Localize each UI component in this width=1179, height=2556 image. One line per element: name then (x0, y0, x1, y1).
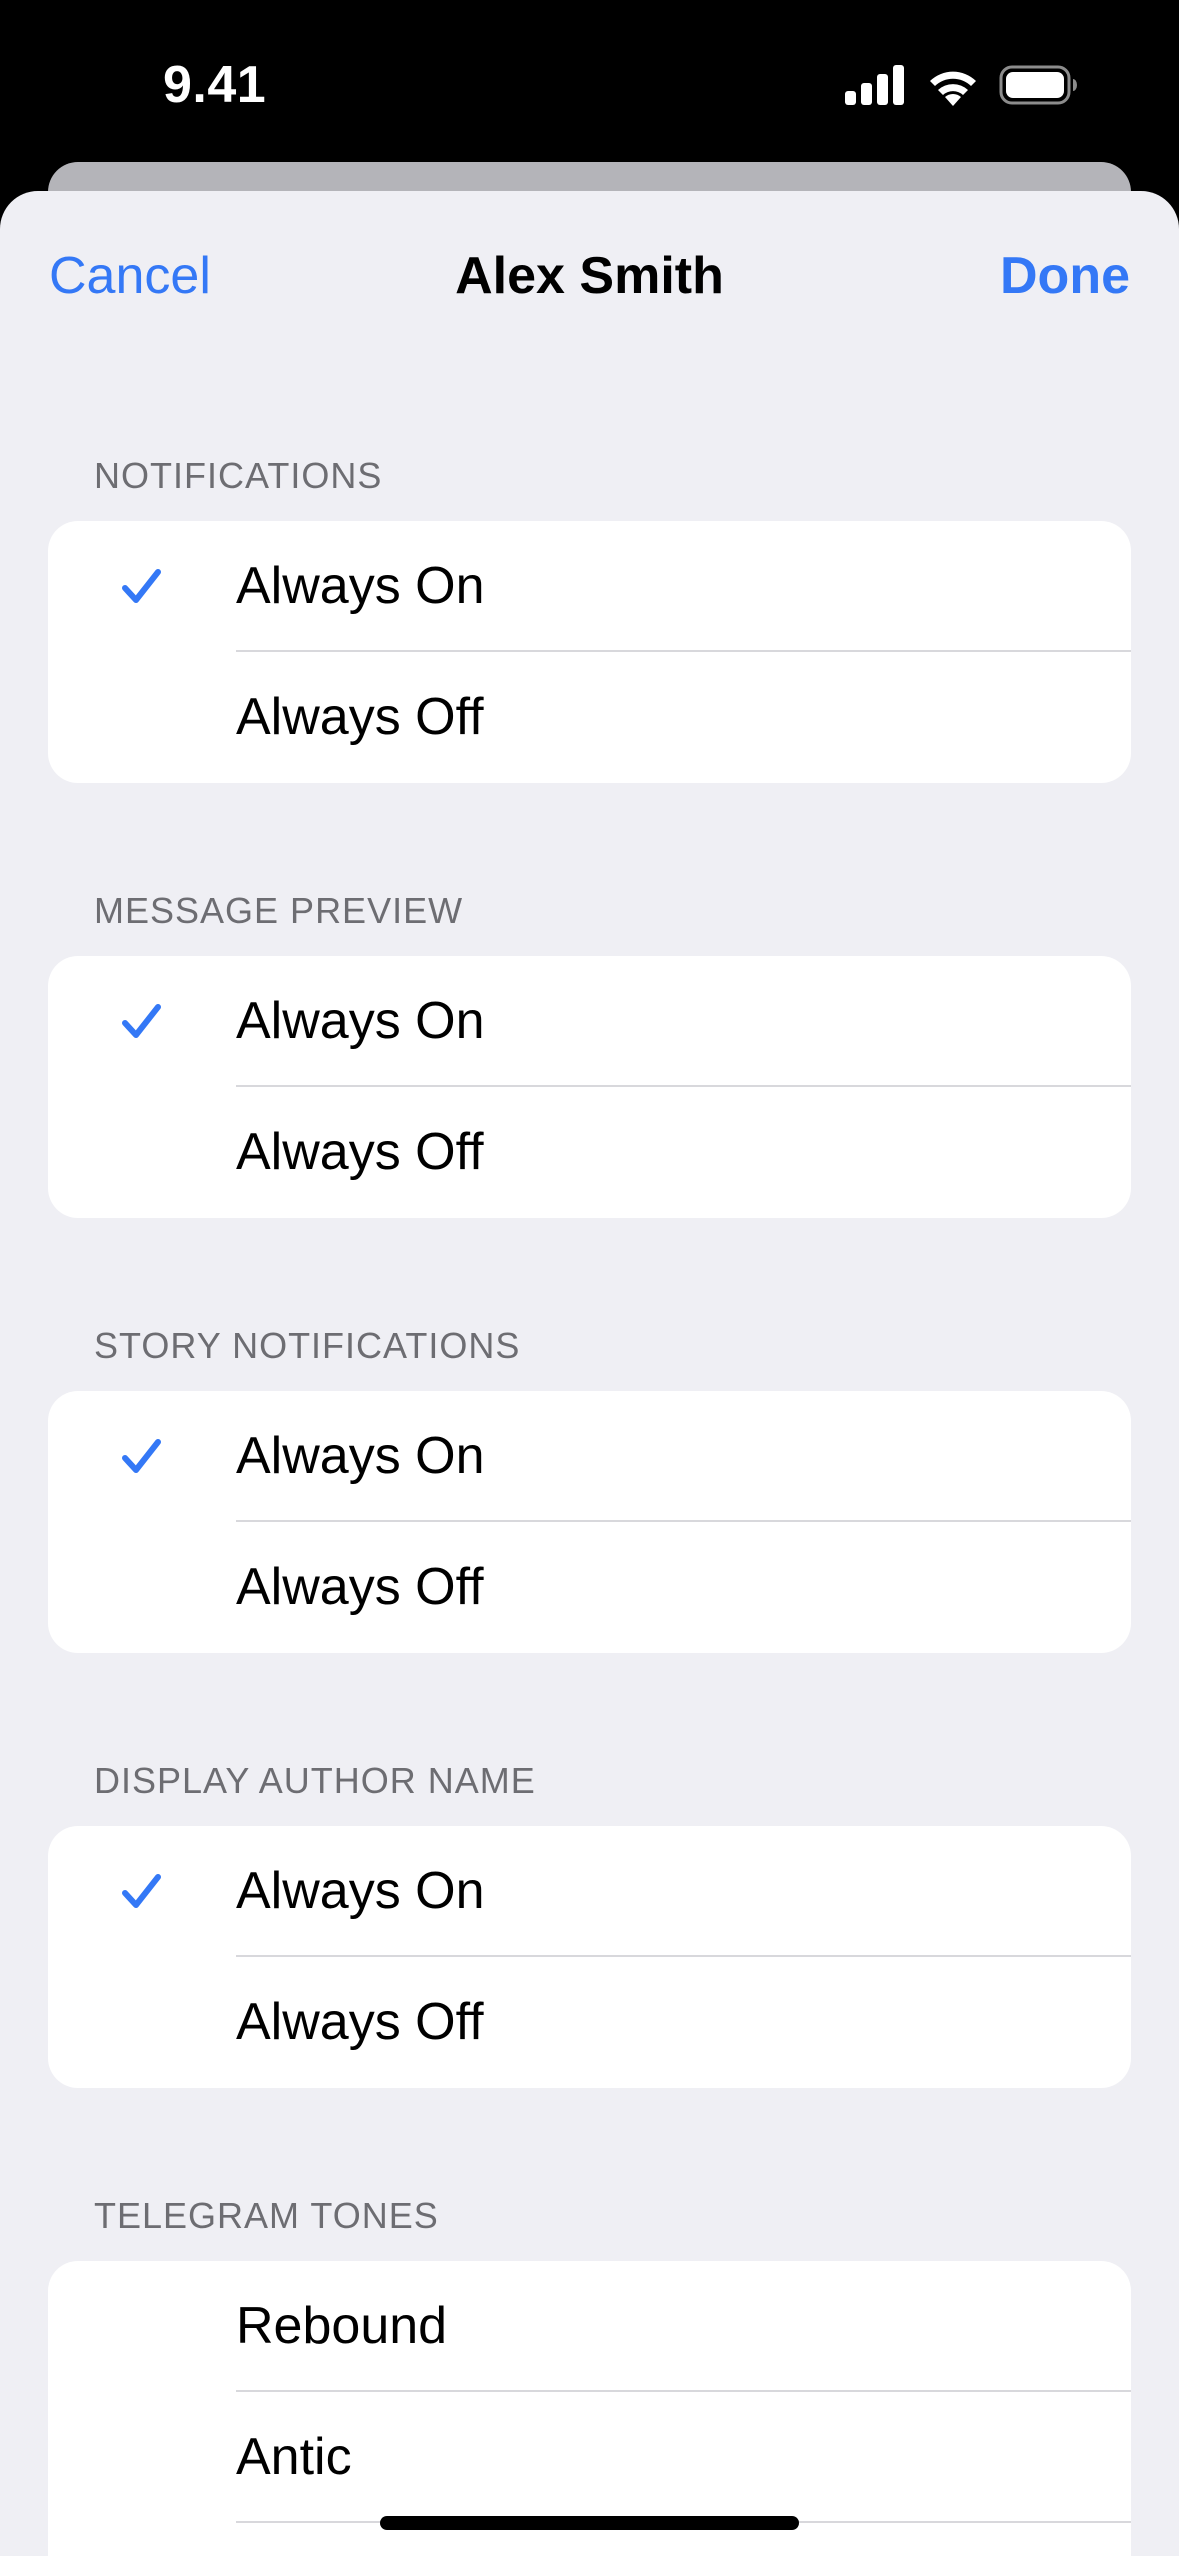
options-group: Always On Always Off (48, 1826, 1131, 2088)
section-header: STORY NOTIFICATIONS (94, 1325, 521, 1366)
section-telegram-tones: TELEGRAM TONES Rebound Antic (48, 2191, 1131, 2556)
option-row[interactable]: Always On (48, 1826, 1131, 1957)
option-row[interactable]: Always On (48, 1391, 1131, 1522)
option-row[interactable]: Always Off (48, 1087, 1131, 1218)
checkmark-icon (122, 1874, 161, 1908)
options-group: Always On Always Off (48, 956, 1131, 1218)
battery-icon (999, 65, 1079, 110)
option-label: Always Off (236, 688, 484, 746)
cellular-signal-icon (845, 65, 907, 110)
option-label: Always Off (236, 1123, 484, 1181)
option-row[interactable]: Rebound (48, 2261, 1131, 2392)
option-row[interactable]: Always Off (48, 652, 1131, 783)
contact-settings-sheet: Cancel Alex Smith Done NOTIFICATIONS Alw… (0, 191, 1179, 2556)
section-header: MESSAGE PREVIEW (94, 890, 464, 931)
checkmark-icon (122, 1439, 161, 1473)
options-group: Always On Always Off (48, 521, 1131, 783)
navigation-bar: Cancel Alex Smith Done (0, 191, 1179, 361)
option-row[interactable]: Antic (48, 2392, 1131, 2523)
option-row[interactable]: Always Off (48, 1522, 1131, 1653)
checkmark-icon (122, 1004, 161, 1038)
option-row[interactable]: Always On (48, 956, 1131, 1087)
wifi-icon (925, 64, 981, 111)
done-button[interactable]: Done (1000, 246, 1130, 306)
status-time: 9.41 (163, 56, 267, 114)
option-label: Always Off (236, 1558, 484, 1616)
option-label: Always On (236, 557, 485, 615)
section-message-preview: MESSAGE PREVIEW Always On Always Off (48, 886, 1131, 1218)
option-label: Always Off (236, 1993, 484, 2051)
section-header: TELEGRAM TONES (94, 2195, 439, 2236)
status-icons (845, 64, 1079, 111)
section-story-notifications: STORY NOTIFICATIONS Always On Always Off (48, 1321, 1131, 1653)
section-display-author-name: DISPLAY AUTHOR NAME Always On Always Off (48, 1756, 1131, 2088)
option-label: Always On (236, 1862, 485, 1920)
home-indicator[interactable] (380, 2516, 799, 2530)
option-row[interactable]: Always On (48, 521, 1131, 652)
options-group: Rebound Antic (48, 2261, 1131, 2556)
options-group: Always On Always Off (48, 1391, 1131, 1653)
section-header: NOTIFICATIONS (94, 455, 383, 496)
option-label: Always On (236, 1427, 485, 1485)
checkmark-icon (122, 569, 161, 603)
option-label: Rebound (236, 2297, 448, 2355)
option-label: Always On (236, 992, 485, 1050)
option-label: Antic (236, 2428, 352, 2486)
section-notifications: NOTIFICATIONS Always On Always Off (48, 451, 1131, 783)
section-header: DISPLAY AUTHOR NAME (94, 1760, 536, 1801)
option-row[interactable]: Always Off (48, 1957, 1131, 2088)
